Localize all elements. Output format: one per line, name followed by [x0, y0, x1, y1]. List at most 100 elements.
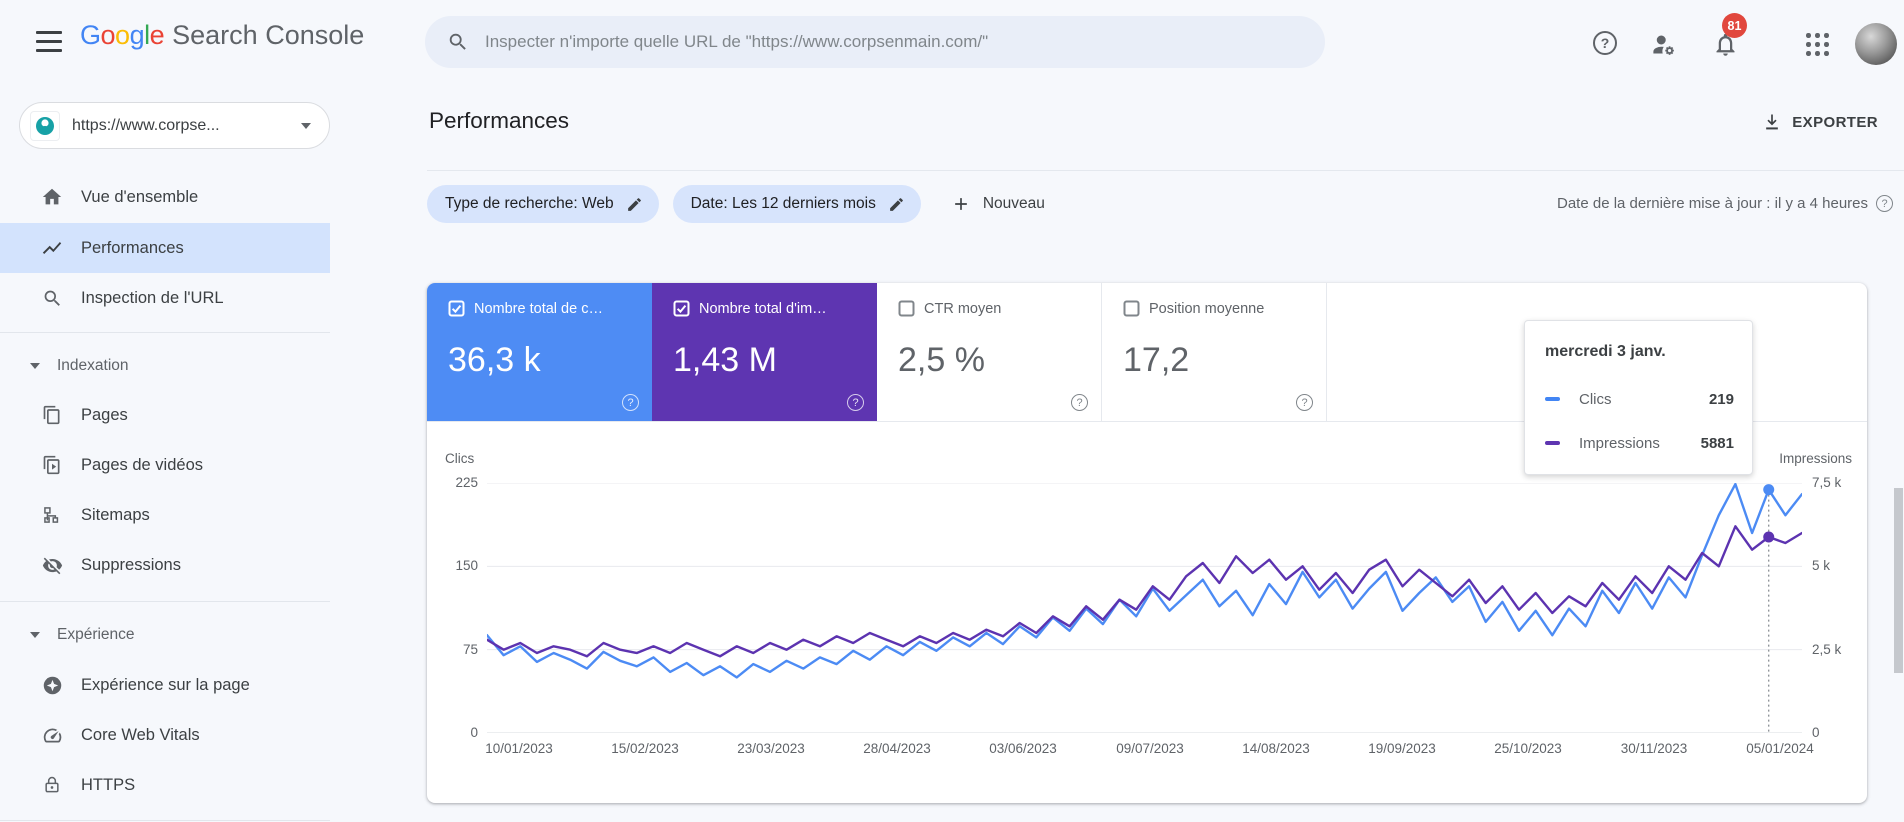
performance-chart-icon: [41, 237, 63, 259]
manage-accounts-icon: [1653, 35, 1674, 55]
url-inspection-search-icon: [41, 287, 63, 309]
left-axis-title: Clics: [445, 451, 475, 466]
metric-help-icon[interactable]: ?: [847, 394, 864, 411]
hover-point: [1763, 484, 1775, 496]
filter-chip-date-range[interactable]: Date: Les 12 derniers mois: [672, 185, 921, 223]
download-icon: [1766, 114, 1779, 130]
pages-icon: [41, 404, 63, 426]
x-axis-date-label: 23/03/2023: [737, 741, 805, 756]
left-axis-tick: 225: [455, 475, 478, 490]
metric-tile-average-ctr[interactable]: CTR moyen 2,5 % ?: [877, 283, 1102, 421]
metric-tile-total-impressions[interactable]: Nombre total d'im… 1,43 M ?: [652, 283, 877, 421]
sidebar: https://www.corpse... Vue d'ensemble Per…: [0, 72, 330, 822]
sidebar-item-performances[interactable]: Performances: [0, 223, 330, 273]
filter-chip-search-type[interactable]: Type de recherche: Web: [427, 185, 659, 223]
edit-pencil-icon: [889, 197, 903, 211]
section-indexation[interactable]: Indexation: [0, 351, 330, 381]
plus-icon: [954, 198, 967, 210]
core-web-vitals-speed-icon: [41, 724, 63, 746]
sidebar-item-sitemaps[interactable]: Sitemaps: [0, 490, 330, 540]
right-axis-tick: 7,5 k: [1812, 475, 1842, 490]
https-lock-icon: [41, 774, 63, 796]
removals-eye-off-icon: [41, 554, 63, 576]
section-collapse-caret-icon: [30, 632, 40, 638]
edit-pencil-icon: [627, 197, 641, 211]
checkbox-checked-icon[interactable]: [673, 300, 690, 317]
tooltip-date: mercredi 3 janv.: [1545, 343, 1666, 360]
property-url: https://www.corpse...: [72, 116, 220, 134]
last-update-info: Date de la dernière mise à jour : il y a…: [1557, 195, 1893, 212]
x-axis-date-label: 09/07/2023: [1116, 741, 1184, 756]
chevron-down-icon: [301, 122, 311, 129]
metric-value: 1,43 M: [673, 341, 777, 379]
right-axis-tick: 0: [1812, 725, 1820, 740]
sitemaps-icon: [41, 504, 63, 526]
gsc-app: GoogleSearch Console ? 81 https://www.co…: [0, 0, 1904, 822]
metric-value: 17,2: [1123, 341, 1190, 379]
new-filter-button[interactable]: Nouveau: [951, 194, 1045, 214]
sidebar-item-video-pages[interactable]: Pages de vidéos: [0, 440, 330, 490]
right-axis-tick: 5 k: [1812, 558, 1831, 573]
section-collapse-caret-icon: [30, 363, 40, 369]
x-axis-date-label: 10/01/2023: [485, 741, 553, 756]
sidebar-item-https[interactable]: HTTPS: [0, 760, 330, 810]
checkbox-unchecked-icon[interactable]: [898, 300, 915, 317]
page-title: Performances: [429, 108, 570, 133]
metric-value: 2,5 %: [898, 341, 985, 379]
sidebar-item-removals[interactable]: Suppressions: [0, 540, 330, 590]
section-experience[interactable]: Expérience: [0, 620, 330, 650]
x-axis-date-label: 05/01/2024: [1746, 741, 1814, 756]
series-line-impressions: [487, 525, 1802, 658]
metric-tile-average-position[interactable]: Position moyenne 17,2 ?: [1102, 283, 1327, 421]
clicks-series-swatch: [1545, 396, 1560, 402]
sidebar-item-overview[interactable]: Vue d'ensemble: [0, 172, 330, 222]
export-button[interactable]: EXPORTER: [1762, 112, 1878, 132]
impressions-series-swatch: [1545, 440, 1560, 446]
home-icon: [41, 186, 63, 208]
checkbox-checked-icon[interactable]: [448, 300, 465, 317]
x-axis-date-label: 25/10/2023: [1494, 741, 1562, 756]
url-inspection-searchbar[interactable]: [425, 16, 1325, 68]
search-input[interactable]: [485, 32, 1303, 52]
sidebar-item-pages[interactable]: Pages: [0, 390, 330, 440]
x-axis-date-label: 15/02/2023: [611, 741, 679, 756]
help-button[interactable]: ?: [1593, 31, 1619, 57]
metric-help-icon[interactable]: ?: [1071, 394, 1088, 411]
scrollbar-thumb[interactable]: [1894, 488, 1903, 673]
metric-help-icon[interactable]: ?: [1296, 394, 1313, 411]
right-axis-tick: 2,5 k: [1812, 642, 1842, 657]
left-axis-tick: 75: [462, 642, 478, 657]
performance-line-chart[interactable]: [487, 483, 1802, 733]
metric-value: 36,3 k: [448, 341, 541, 379]
help-question-icon[interactable]: ?: [1876, 195, 1893, 212]
sidebar-item-page-experience[interactable]: Expérience sur la page: [0, 660, 330, 710]
sidebar-item-core-web-vitals[interactable]: Core Web Vitals: [0, 710, 330, 760]
hover-point: [1763, 531, 1775, 543]
site-favicon: [30, 110, 60, 141]
google-apps-grid-icon[interactable]: [1806, 33, 1829, 56]
sidebar-divider: [0, 332, 330, 333]
right-axis-title: Impressions: [1779, 451, 1852, 466]
account-settings-button[interactable]: [1650, 31, 1676, 57]
left-axis-tick: 0: [470, 725, 478, 740]
page-experience-icon: [41, 674, 63, 696]
notification-count-badge: 81: [1722, 13, 1747, 38]
search-icon: [449, 33, 466, 50]
x-axis-date-label: 03/06/2023: [989, 741, 1057, 756]
product-name: Search Console: [172, 20, 365, 50]
property-selector[interactable]: https://www.corpse...: [19, 102, 330, 149]
series-line-clics: [487, 483, 1802, 679]
x-axis-date-label: 14/08/2023: [1242, 741, 1310, 756]
x-axis-date-label: 28/04/2023: [863, 741, 931, 756]
hamburger-menu-icon[interactable]: [36, 31, 62, 53]
avatar[interactable]: [1855, 23, 1897, 65]
sidebar-item-url-inspection[interactable]: Inspection de l'URL: [0, 273, 330, 323]
metric-tile-total-clicks[interactable]: Nombre total de c… 36,3 k ?: [427, 283, 652, 421]
chart-hover-tooltip: mercredi 3 janv. Clics 219 Impressions 5…: [1524, 320, 1753, 475]
metric-help-icon[interactable]: ?: [622, 394, 639, 411]
video-pages-icon: [41, 454, 63, 476]
checkbox-unchecked-icon[interactable]: [1123, 300, 1140, 317]
top-bar: GoogleSearch Console ? 81: [0, 0, 1904, 72]
app-logo[interactable]: Google Search Console: [80, 20, 364, 51]
header-divider: [427, 170, 1904, 171]
